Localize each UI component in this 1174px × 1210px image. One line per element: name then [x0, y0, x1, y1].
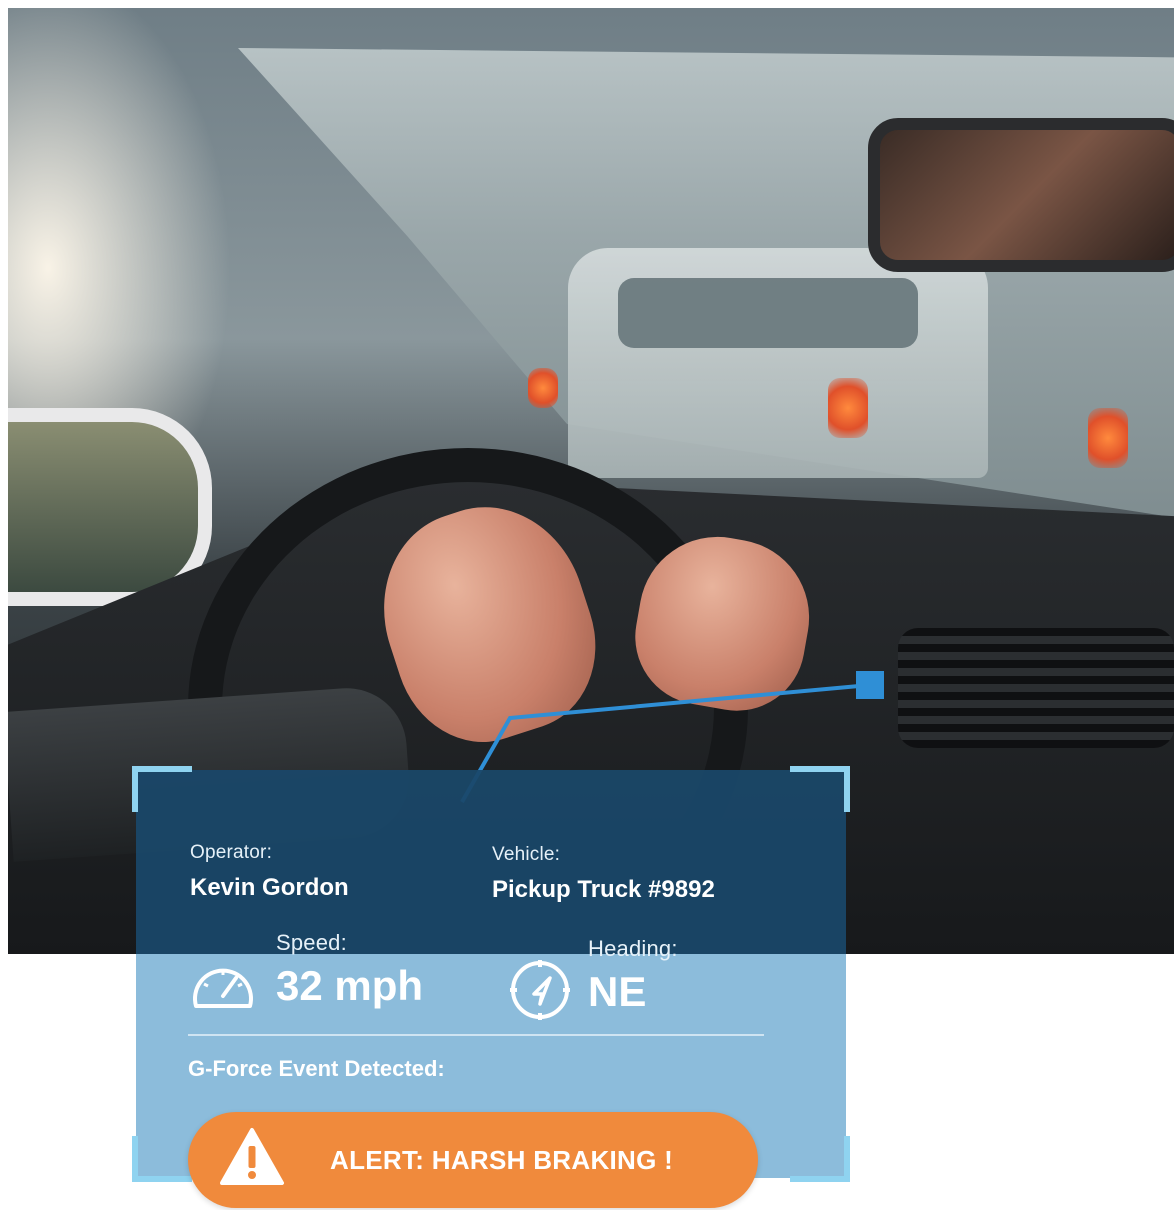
car-ahead	[568, 248, 988, 478]
vehicle-label: Vehicle:	[492, 844, 561, 865]
corner-bracket	[790, 766, 850, 812]
taillight	[828, 378, 868, 438]
compass-icon	[510, 960, 570, 1020]
corner-bracket	[132, 1136, 192, 1182]
taillight	[1088, 408, 1128, 468]
speedometer-icon	[193, 968, 253, 1008]
alert-text: ALERT: HARSH BRAKING !	[330, 1145, 674, 1175]
warning-triangle-icon	[220, 1128, 284, 1185]
heading-label: Heading:	[588, 936, 678, 961]
gforce-event-label: G-Force Event Detected:	[188, 1056, 445, 1081]
taillight	[528, 368, 558, 408]
rearview-mirror	[868, 118, 1174, 272]
corner-bracket	[790, 1136, 850, 1182]
harsh-braking-alert: ALERT: HARSH BRAKING !	[188, 1112, 758, 1208]
air-vent	[898, 628, 1174, 748]
divider	[188, 1034, 764, 1036]
operator-name: Kevin Gordon	[190, 874, 349, 901]
telematics-panel: Operator: Kevin Gordon Vehicle: Pickup T…	[132, 766, 850, 1208]
operator-label: Operator:	[190, 842, 273, 863]
sensor-marker	[856, 671, 884, 699]
heading-value: NE	[588, 968, 647, 1015]
corner-bracket	[132, 766, 192, 812]
speed-value: 32 mph	[276, 962, 424, 1009]
vehicle-name: Pickup Truck #9892	[492, 876, 715, 903]
speed-label: Speed:	[276, 930, 347, 955]
